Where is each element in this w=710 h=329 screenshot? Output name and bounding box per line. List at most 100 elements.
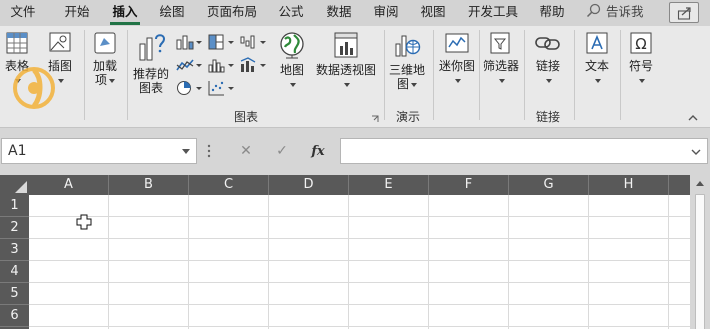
globe-icon [280, 32, 304, 59]
pivot-chart-icon [334, 32, 358, 58]
ribbon-tab-bar: 文件 开始 插入 绘图 页面布局 公式 数据 审阅 视图 开发工具 帮助 告诉我 [0, 0, 710, 26]
combo-chart-icon[interactable] [240, 57, 266, 73]
watermark-logo [13, 67, 55, 109]
column-header-b[interactable]: B [109, 175, 189, 195]
collapse-ribbon-icon[interactable] [686, 112, 700, 124]
column-header-e[interactable]: E [349, 175, 429, 195]
column-header-h[interactable]: H [589, 175, 669, 195]
recommended-charts-icon [139, 34, 166, 61]
sparklines-button[interactable]: 迷你图 [437, 30, 477, 87]
picture-icon [49, 32, 71, 52]
insert-function-icon[interactable]: fx [305, 141, 331, 161]
omega-icon: Ω [630, 32, 652, 54]
name-box[interactable]: A1 [1, 138, 197, 164]
filter-icon [490, 32, 510, 54]
column-header-a[interactable]: A [29, 175, 109, 195]
tab-developer[interactable]: 开发工具 [465, 0, 521, 26]
chevron-down-icon[interactable] [182, 149, 190, 154]
tab-data[interactable]: 数据 [324, 0, 354, 26]
column-chart-icon[interactable] [176, 34, 202, 50]
tell-me-label: 告诉我 [606, 4, 644, 19]
worksheet-grid: A B C D E F G H 1 2 3 4 5 6 [0, 166, 710, 329]
group-label-tours: 演示 [395, 110, 420, 124]
group-separator [384, 30, 385, 120]
row-header-6[interactable]: 6 [0, 305, 29, 327]
links-button[interactable]: 链接 [528, 30, 568, 87]
filters-button[interactable]: 筛选器 [481, 30, 521, 87]
expand-formula-icon[interactable] [691, 149, 701, 155]
group-separator [620, 30, 621, 120]
tab-help[interactable]: 帮助 [537, 0, 567, 26]
column-header-d[interactable]: D [269, 175, 349, 195]
tab-review[interactable]: 审阅 [371, 0, 401, 26]
text-button[interactable]: 文本 [578, 30, 616, 87]
row-header-4[interactable]: 4 [0, 261, 29, 283]
waterfall-chart-icon[interactable] [240, 34, 266, 50]
formula-input[interactable] [340, 138, 708, 164]
column-header-g[interactable]: G [509, 175, 589, 195]
scrollbar-thumb[interactable] [695, 194, 705, 329]
text-icon [586, 32, 608, 54]
dialog-launcher-icon[interactable] [371, 115, 379, 123]
addins-label2: 项 [94, 73, 107, 87]
column-header-f[interactable]: F [429, 175, 509, 195]
name-box-value: A1 [8, 143, 27, 159]
share-button[interactable] [669, 2, 699, 23]
symbols-label: 符号 [628, 59, 653, 73]
statistic-chart-icon[interactable] [208, 57, 234, 73]
recommended-charts-button[interactable]: 推荐的 图表 [131, 30, 171, 95]
tab-draw[interactable]: 绘图 [157, 0, 187, 26]
addins-label1: 加载 [92, 59, 117, 73]
ribbon-insert-panel: 表格 插图 加载 项 推荐的 图表 图表 地图 数据透视图 三维地 图 演示 迷… [0, 26, 710, 128]
scroll-up-icon[interactable] [694, 178, 706, 190]
group-separator [479, 30, 480, 120]
tab-home[interactable]: 开始 [62, 0, 92, 26]
line-chart-icon[interactable] [176, 57, 202, 73]
3d-map-button[interactable]: 三维地 图 [388, 30, 426, 91]
cancel-icon[interactable]: ✕ [233, 141, 259, 161]
pivot-chart-button[interactable]: 数据透视图 [314, 30, 378, 91]
search-icon [586, 3, 601, 18]
scatter-chart-icon[interactable] [208, 80, 234, 96]
tab-view[interactable]: 视图 [418, 0, 448, 26]
tab-insert[interactable]: 插入 [110, 0, 140, 26]
tab-page-layout[interactable]: 页面布局 [204, 0, 260, 26]
tell-me-search[interactable]: 告诉我 [586, 0, 644, 26]
select-all-button[interactable] [0, 175, 29, 195]
column-headers: A B C D E F G H [29, 175, 690, 195]
recommended-charts-label1: 推荐的 [132, 67, 169, 81]
symbols-button[interactable]: Ω 符号 [622, 30, 660, 87]
cell-area[interactable] [29, 195, 690, 329]
addin-icon [94, 32, 116, 54]
svg-text:Ω: Ω [635, 35, 646, 53]
maps-button[interactable]: 地图 [276, 30, 308, 91]
row-headers: 1 2 3 4 5 6 [0, 195, 29, 329]
group-separator [524, 30, 525, 120]
row-header-2[interactable]: 2 [0, 217, 29, 239]
drag-grip-icon[interactable] [207, 144, 211, 158]
row-header-5[interactable]: 5 [0, 283, 29, 305]
formula-bar: A1 ✕ ✓ fx [0, 138, 710, 166]
tab-file[interactable]: 文件 [8, 0, 38, 26]
sparkline-icon [445, 33, 469, 53]
link-icon [535, 37, 560, 50]
sparklines-label: 迷你图 [438, 59, 475, 73]
pie-chart-icon[interactable] [176, 80, 202, 96]
group-separator [84, 30, 85, 120]
addins-button[interactable]: 加载 项 [88, 30, 122, 87]
group-separator [433, 30, 434, 120]
3d-map-label1: 三维地 [388, 63, 425, 77]
pivot-chart-label: 数据透视图 [315, 63, 376, 77]
group-separator [574, 30, 575, 120]
vertical-scrollbar[interactable] [690, 166, 710, 329]
group-label-charts: 图表 [233, 110, 258, 124]
row-header-1[interactable]: 1 [0, 195, 29, 217]
recommended-charts-label2: 图表 [138, 81, 163, 95]
row-header-3[interactable]: 3 [0, 239, 29, 261]
hierarchy-chart-icon[interactable] [208, 34, 234, 50]
column-header-c[interactable]: C [189, 175, 269, 195]
table-icon [6, 32, 28, 54]
tab-formulas[interactable]: 公式 [276, 0, 306, 26]
enter-icon[interactable]: ✓ [269, 141, 295, 161]
group-label-links: 链接 [535, 110, 560, 124]
